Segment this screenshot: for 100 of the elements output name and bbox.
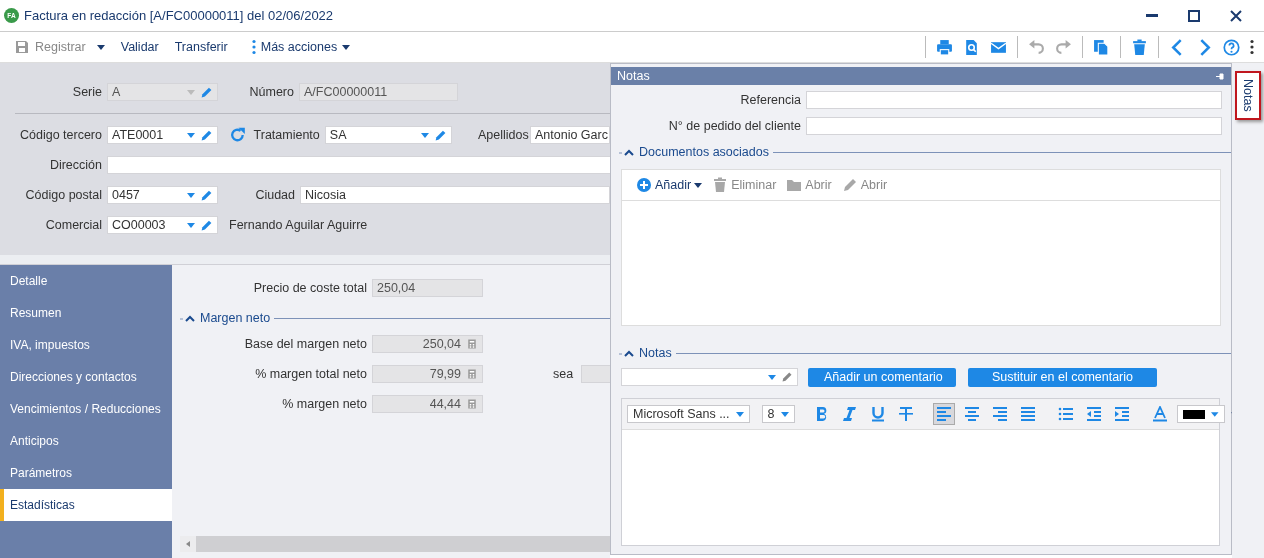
cost-total-field[interactable]: 250,04 <box>372 279 483 297</box>
folder-icon <box>786 177 803 193</box>
panel-title: Notas <box>617 69 650 83</box>
document-search-icon <box>963 38 980 56</box>
notes-combo-field[interactable] <box>621 368 798 386</box>
strikethrough-icon <box>897 406 914 422</box>
section-title: Margen neto <box>200 311 271 325</box>
align-center-icon <box>963 406 980 422</box>
toolbar-button[interactable]: Transferir <box>166 40 236 54</box>
indent-icon <box>1113 406 1130 422</box>
sidebar-item[interactable]: Estadísticas <box>0 489 172 521</box>
field-label: % margen total neto <box>254 367 368 381</box>
sidebar-item[interactable]: Resumen <box>0 297 172 329</box>
field-label: Comercial <box>44 218 103 232</box>
field-label: Precio de coste total <box>252 281 368 295</box>
trash-icon <box>1131 38 1148 56</box>
align-left-icon <box>935 406 952 422</box>
address-field[interactable] <box>107 156 610 174</box>
collapse-chevron-icon[interactable] <box>180 314 196 322</box>
side-tab[interactable]: Notas <box>1235 71 1261 120</box>
order-number-field[interactable] <box>806 117 1222 135</box>
align-right-icon <box>991 406 1008 422</box>
numeric-field[interactable]: 79,99 <box>372 365 483 383</box>
pencil-icon <box>841 177 858 193</box>
pencil-icon <box>781 371 793 383</box>
field-label: Apellidos <box>478 128 530 142</box>
field-label: Ciudad <box>254 188 296 202</box>
pencil-icon <box>433 128 447 142</box>
comment-button[interactable]: Añadir un comentario <box>808 367 956 387</box>
calculator-icon <box>466 368 478 380</box>
numeric-field[interactable]: 44,44 <box>372 395 483 413</box>
justify-icon <box>1019 406 1036 422</box>
align-left-button[interactable] <box>932 403 955 425</box>
print-icon <box>936 38 953 56</box>
maximize-icon[interactable] <box>1188 9 1200 22</box>
field-label: Código postal <box>24 188 103 202</box>
pin-icon[interactable] <box>1216 72 1225 80</box>
underline-icon <box>869 406 886 422</box>
dropdown-caret-icon[interactable] <box>342 44 351 50</box>
pencil-icon <box>200 218 213 232</box>
undo-icon <box>1028 38 1045 56</box>
pencil-icon <box>200 188 213 202</box>
sidebar-item[interactable]: Detalle <box>0 265 172 297</box>
bullet-list-icon <box>1057 406 1074 422</box>
title-field[interactable]: SA <box>324 126 452 144</box>
field-label: Dirección <box>48 158 103 172</box>
pencil-icon <box>200 128 213 142</box>
numeric-field[interactable]: 250,04 <box>372 335 483 353</box>
dropdown-caret-icon[interactable] <box>694 182 703 188</box>
font-color-icon <box>1151 406 1168 422</box>
more-icon <box>251 39 256 55</box>
reference-field[interactable] <box>806 91 1222 109</box>
field-label: Referencia <box>739 93 802 107</box>
font-size-dropdown[interactable]: 8 <box>761 405 795 423</box>
number-field[interactable]: A/FC00000011 <box>299 83 458 101</box>
trash-icon <box>712 177 729 193</box>
redo-icon <box>1055 38 1072 56</box>
plus-circle-icon <box>636 177 652 193</box>
field-label: Tratamiento <box>252 128 321 142</box>
city-field[interactable]: Nicosia <box>300 186 610 204</box>
section-title: Documentos asociados <box>639 145 769 159</box>
sales-rep-name: Fernando Aguilar Aguirre <box>229 218 368 232</box>
calculator-icon <box>466 338 478 350</box>
series-field[interactable]: A <box>107 83 218 101</box>
italic-icon <box>841 406 858 422</box>
toolbar-button[interactable]: Validar <box>112 40 167 54</box>
surname-field[interactable]: Antonio Garc <box>530 126 610 144</box>
menu-icon <box>1250 39 1254 55</box>
help-icon <box>1223 38 1240 56</box>
pencil-icon <box>200 85 213 99</box>
calculator-icon <box>466 398 478 410</box>
toolbar-button[interactable]: Más acciones <box>243 39 359 55</box>
postal-code-field[interactable]: 0457 <box>107 186 218 204</box>
sidebar-item[interactable]: Parámetros <box>0 457 172 489</box>
section-title: Notas <box>639 346 672 360</box>
field-label: N° de pedido del cliente <box>667 119 802 133</box>
sales-rep-field[interactable]: CO00003 <box>107 216 218 234</box>
field-label: Base del margen neto <box>243 337 368 351</box>
scroll-left-icon[interactable] <box>186 541 190 547</box>
window-title: Factura en redacción [A/FC00000011] del 02/06/2022 <box>24 8 335 23</box>
outdent-icon <box>1085 406 1102 422</box>
sidebar-item[interactable]: Vencimientos / Reducciones <box>0 393 172 425</box>
font-family-dropdown[interactable]: Microsoft Sans ... <box>627 405 750 423</box>
close-icon[interactable] <box>1230 9 1242 22</box>
comment-button[interactable]: Sustituir en el comentario <box>968 367 1157 387</box>
sidebar-item[interactable]: Anticipos <box>0 425 172 457</box>
sidebar-item[interactable]: Direcciones y contactos <box>0 361 172 393</box>
field-label: sea <box>553 367 574 381</box>
collapse-chevron-icon[interactable] <box>619 349 635 357</box>
document-action-button[interactable]: Añadir <box>636 177 703 193</box>
toolbar-icon-button[interactable] <box>1248 37 1256 57</box>
third-party-code-field[interactable]: ATE0001 <box>107 126 218 144</box>
field-label: Serie <box>71 85 103 99</box>
field-label: Código tercero <box>19 128 103 142</box>
copy-icon <box>1093 38 1110 56</box>
collapse-chevron-icon[interactable] <box>619 148 635 156</box>
sidebar-item[interactable]: IVA, impuestos <box>0 329 172 361</box>
text-color-dropdown[interactable] <box>1176 405 1225 423</box>
field-label: % margen neto <box>281 397 368 411</box>
refresh-icon <box>229 126 247 144</box>
